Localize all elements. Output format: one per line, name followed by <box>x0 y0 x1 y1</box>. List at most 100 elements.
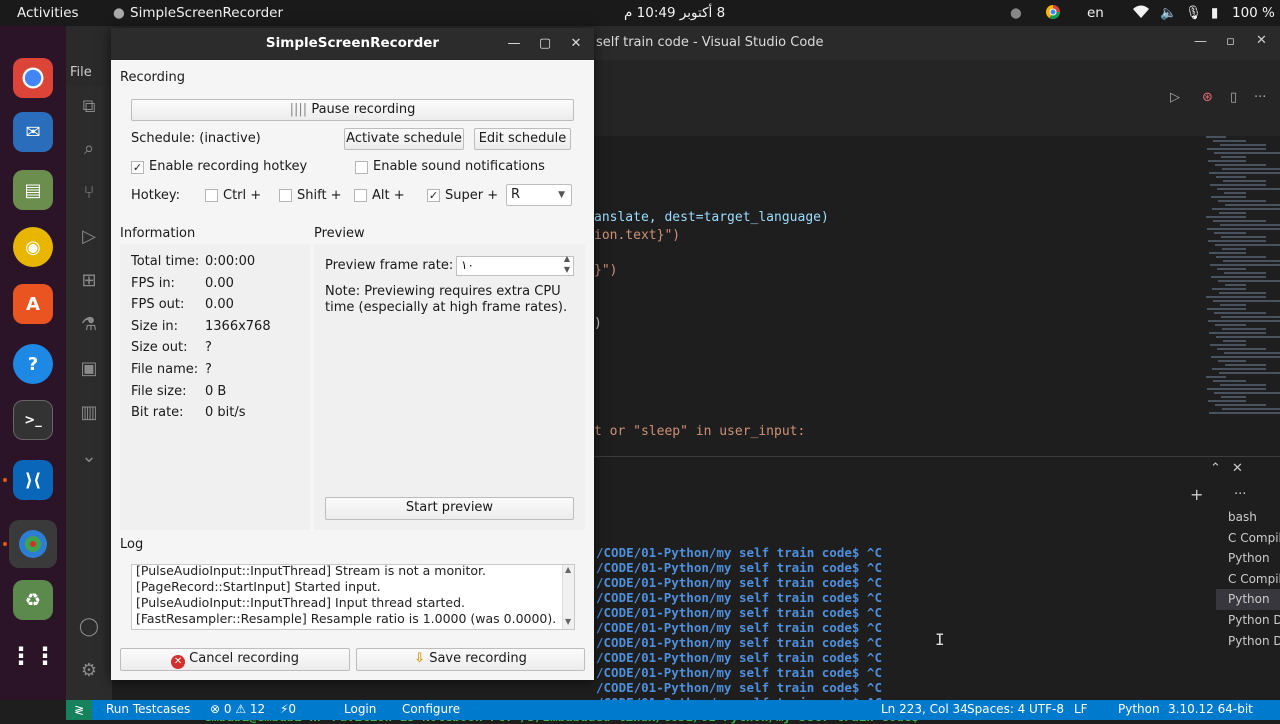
terminal-icon[interactable]: >_ <box>13 400 53 440</box>
run-icon[interactable]: ▷ <box>1170 90 1180 105</box>
chrome-icon[interactable] <box>13 58 53 98</box>
shift-checkbox[interactable] <box>279 189 292 202</box>
remote-indicator-icon[interactable]: ≷ <box>66 700 92 720</box>
line-ending[interactable]: LF <box>1074 702 1088 716</box>
alt-checkbox[interactable] <box>354 189 367 202</box>
code-line: t or "sleep" in user_input: <box>594 424 806 439</box>
encoding[interactable]: UTF-8 <box>1029 702 1064 716</box>
preview-rate-spinbox[interactable]: ١٠ ▲ ▼ <box>456 254 574 276</box>
super-label: Super + <box>445 188 499 203</box>
terminal-list-item[interactable]: Python De... <box>1216 610 1280 631</box>
activate-schedule-button[interactable]: Activate schedule <box>344 128 464 150</box>
app-menu-label[interactable]: SimpleScreenRecorder <box>130 5 283 21</box>
ports-indicator[interactable]: ⚡0 <box>280 702 296 716</box>
testing-icon[interactable]: ⚗ <box>78 314 100 336</box>
terminal-list-item[interactable]: Python <box>1216 548 1280 569</box>
scroll-up-icon[interactable]: ▲ <box>565 565 571 574</box>
language-mode[interactable]: Python <box>1118 702 1160 716</box>
spin-down-icon[interactable]: ▼ <box>564 265 570 274</box>
edit-schedule-button[interactable]: Edit schedule <box>474 128 571 150</box>
terminal-list: bashC Compiler...PythonC Compiler...Pyth… <box>1216 507 1280 651</box>
minimap-line <box>1212 208 1280 210</box>
run-testcases[interactable]: Run Testcases <box>106 702 190 716</box>
vscode-icon[interactable]: ⟩⟨ <box>13 460 53 500</box>
explorer-icon[interactable]: ⧉ <box>78 96 100 118</box>
manage-gear-icon[interactable]: ⚙ <box>78 660 100 682</box>
remote-explorer-icon[interactable]: ▣ <box>78 358 100 380</box>
python-interpreter[interactable]: 3.10.12 64-bit <box>1168 702 1253 716</box>
super-checkbox[interactable]: ✓ <box>427 189 440 202</box>
pause-recording-button[interactable]: |||| Pause recording <box>131 99 574 121</box>
close-icon[interactable]: ✕ <box>1256 33 1267 48</box>
log-scrollbar[interactable]: ▲ ▼ <box>562 565 574 629</box>
input-language[interactable]: en <box>1087 5 1104 21</box>
save-recording-button[interactable]: ⇩ Save recording <box>356 648 585 671</box>
chevron-down-icon[interactable]: ⌄ <box>78 446 100 468</box>
cancel-recording-button[interactable]: ✕ Cancel recording <box>120 648 350 671</box>
minimap-line <box>1213 220 1266 222</box>
text-cursor-icon: I <box>935 630 945 649</box>
terminal-list-item[interactable]: bash <box>1216 507 1280 528</box>
enable-hotkey-checkbox[interactable]: ✓ <box>131 161 144 174</box>
maximize-icon[interactable]: ▢ <box>536 35 554 53</box>
maximize-icon[interactable]: ▫ <box>1226 34 1235 49</box>
battery-icon[interactable]: ▮ <box>1211 5 1218 21</box>
indentation[interactable]: Spaces: 4 <box>967 702 1025 716</box>
minimap-line <box>1206 136 1226 138</box>
terminal-list-item[interactable]: C Compiler... <box>1216 528 1280 549</box>
scroll-down-icon[interactable]: ▼ <box>565 617 571 626</box>
more-actions-icon[interactable]: ··· <box>1254 90 1266 105</box>
terminal-list-item[interactable]: Python <box>1216 589 1280 610</box>
minimize-icon[interactable]: — <box>1194 34 1207 49</box>
thunderbird-icon[interactable]: ✉ <box>13 112 53 152</box>
close-icon[interactable]: ✕ <box>567 35 585 53</box>
software-center-icon[interactable]: A <box>13 284 53 324</box>
rhythmbox-icon[interactable]: ◉ <box>13 227 53 267</box>
minimap[interactable] <box>1206 136 1280 436</box>
show-apps-icon[interactable]: ⋮⋮ <box>9 636 57 676</box>
maximize-panel-icon[interactable]: ⌃ <box>1210 461 1221 476</box>
hotkey-key-select[interactable]: R ▼ <box>506 184 572 206</box>
copilot-icon[interactable]: ⊛ <box>1202 90 1213 105</box>
charts-icon[interactable]: ▥ <box>78 402 100 424</box>
minimap-line <box>1221 156 1246 158</box>
terminal-list-item[interactable]: Python De... <box>1216 631 1280 652</box>
menu-file[interactable]: File <box>70 65 92 80</box>
microphone-icon[interactable]: 🎙 <box>1185 5 1202 21</box>
record-indicator-icon[interactable]: ● <box>1010 5 1022 21</box>
trash-icon[interactable]: ♻ <box>13 580 53 620</box>
clock[interactable]: 8 أكتوبر 10:49 م <box>624 5 725 21</box>
terminal-list-item[interactable]: C Compiler... <box>1216 569 1280 590</box>
activities-button[interactable]: Activities <box>17 5 79 21</box>
extensions-icon[interactable]: ⊞ <box>78 270 100 292</box>
source-control-icon[interactable]: ⑂ <box>78 182 100 204</box>
run-debug-icon[interactable]: ▷ <box>78 226 100 248</box>
files-icon[interactable]: ▤ <box>13 170 53 210</box>
cursor-position[interactable]: Ln 223, Col 34 <box>881 702 968 716</box>
new-terminal-icon[interactable]: + <box>1190 485 1203 504</box>
close-panel-icon[interactable]: ✕ <box>1232 461 1243 476</box>
accounts-icon[interactable]: ◯ <box>78 616 100 638</box>
split-editor-icon[interactable]: ▯ <box>1230 90 1237 105</box>
minimap-line <box>1225 364 1266 366</box>
ssr-titlebar[interactable]: SimpleScreenRecorder — ▢ ✕ <box>111 28 594 60</box>
start-preview-button[interactable]: Start preview <box>325 497 574 520</box>
ctrl-checkbox[interactable] <box>205 189 218 202</box>
code-line: anslate, dest=target_language) <box>594 210 829 225</box>
terminal-more-icon[interactable]: ··· <box>1234 487 1246 502</box>
help-icon[interactable]: ? <box>13 344 53 384</box>
minimize-icon[interactable]: — <box>505 35 523 53</box>
problems-indicator[interactable]: ⊗ 0 ⚠ 12 <box>210 702 265 716</box>
spin-up-icon[interactable]: ▲ <box>564 254 570 263</box>
enable-sound-checkbox[interactable] <box>355 161 368 174</box>
battery-percent[interactable]: 100 % <box>1232 5 1275 21</box>
chrome-tray-icon[interactable] <box>1045 4 1061 24</box>
search-icon[interactable]: ⌕ <box>78 138 100 160</box>
log-textbox[interactable]: [PulseAudioInput::InputThread] Stream is… <box>131 564 575 630</box>
wifi-icon[interactable] <box>1133 5 1149 23</box>
login-button[interactable]: Login <box>344 702 376 716</box>
configure-button[interactable]: Configure <box>402 702 460 716</box>
screen-recorder-dock-icon[interactable] <box>9 520 57 568</box>
info-key: Total time: <box>131 254 200 269</box>
volume-icon[interactable]: 🔈 <box>1160 5 1177 21</box>
